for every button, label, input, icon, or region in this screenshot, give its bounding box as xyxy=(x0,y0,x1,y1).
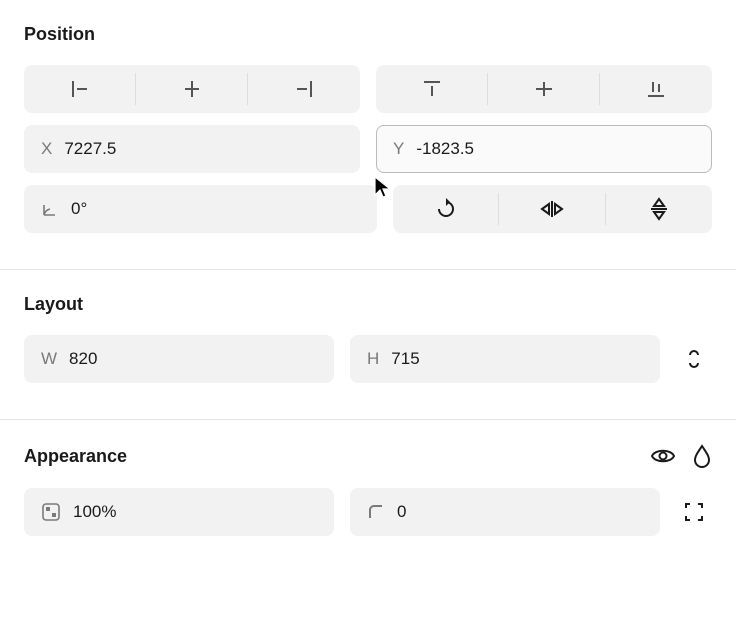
droplet-icon xyxy=(692,444,712,468)
corner-radius-input[interactable]: 0 xyxy=(350,488,660,536)
layout-title: Layout xyxy=(24,294,712,315)
align-left-button[interactable] xyxy=(24,65,136,113)
x-label: X xyxy=(41,139,52,159)
align-center-vertical-icon xyxy=(533,78,555,100)
corners-icon xyxy=(683,501,705,523)
width-label: W xyxy=(41,349,57,369)
opacity-value: 100% xyxy=(73,502,116,522)
layout-section: Layout W 820 H 715 xyxy=(0,270,736,419)
align-top-button[interactable] xyxy=(376,65,488,113)
align-right-icon xyxy=(293,78,315,100)
y-input[interactable]: Y -1823.5 xyxy=(376,125,712,173)
align-top-icon xyxy=(421,78,443,100)
y-label: Y xyxy=(393,139,404,159)
align-right-button[interactable] xyxy=(248,65,360,113)
align-center-vertical-button[interactable] xyxy=(488,65,600,113)
rotate-90-button[interactable] xyxy=(393,185,499,233)
flip-horizontal-button[interactable] xyxy=(499,185,605,233)
vertical-alignment-group xyxy=(376,65,712,113)
flip-vertical-button[interactable] xyxy=(606,185,712,233)
rotate-icon xyxy=(435,198,457,220)
opacity-radius-row: 100% 0 xyxy=(24,488,712,536)
appearance-section: Appearance 100% 0 xyxy=(0,420,736,572)
xy-row: X 7227.5 Y -1823.5 xyxy=(24,125,712,173)
opacity-icon xyxy=(41,502,61,522)
appearance-title: Appearance xyxy=(24,446,127,467)
opacity-input[interactable]: 100% xyxy=(24,488,334,536)
align-bottom-icon xyxy=(645,78,667,100)
rotation-input[interactable]: 0° xyxy=(24,185,377,233)
flip-horizontal-icon xyxy=(540,198,564,220)
width-input[interactable]: W 820 xyxy=(24,335,334,383)
horizontal-alignment-group xyxy=(24,65,360,113)
align-bottom-button[interactable] xyxy=(600,65,712,113)
align-left-icon xyxy=(69,78,91,100)
height-value: 715 xyxy=(391,349,419,369)
alignment-row xyxy=(24,65,712,113)
width-value: 820 xyxy=(69,349,97,369)
visibility-button[interactable] xyxy=(650,446,676,466)
position-title: Position xyxy=(24,24,712,45)
appearance-header-icons xyxy=(650,444,712,468)
rotation-transform-row: 0° xyxy=(24,185,712,233)
align-center-horizontal-icon xyxy=(181,78,203,100)
x-input[interactable]: X 7227.5 xyxy=(24,125,360,173)
constrain-proportions-button[interactable] xyxy=(676,335,712,383)
transform-group xyxy=(393,185,712,233)
position-section: Position X xyxy=(0,0,736,269)
height-label: H xyxy=(367,349,379,369)
corner-radius-icon xyxy=(367,503,385,521)
flip-vertical-icon xyxy=(648,197,670,221)
wh-row: W 820 H 715 xyxy=(24,335,712,383)
x-value: 7227.5 xyxy=(64,139,116,159)
angle-icon xyxy=(41,200,59,218)
y-value: -1823.5 xyxy=(416,139,474,159)
eye-icon xyxy=(650,446,676,466)
blend-mode-button[interactable] xyxy=(692,444,712,468)
unlink-icon xyxy=(685,347,703,371)
rotation-value: 0° xyxy=(71,199,87,219)
height-input[interactable]: H 715 xyxy=(350,335,660,383)
appearance-header: Appearance xyxy=(24,444,712,468)
corner-radius-value: 0 xyxy=(397,502,406,522)
independent-corners-button[interactable] xyxy=(676,488,712,536)
align-center-horizontal-button[interactable] xyxy=(136,65,248,113)
